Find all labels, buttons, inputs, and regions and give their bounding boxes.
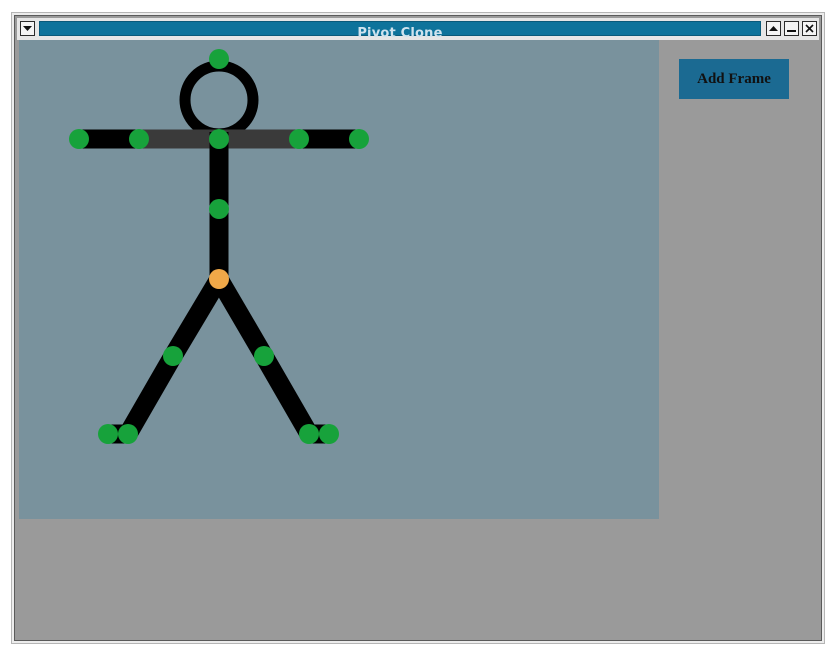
- triangle-up-icon: [769, 25, 778, 31]
- chevron-down-icon: [23, 25, 32, 31]
- right-ankle-joint-handle[interactable]: [299, 424, 319, 444]
- stick-figure: [69, 49, 369, 444]
- left-knee-joint-handle[interactable]: [163, 346, 183, 366]
- title-bar: Pivot Clone: [17, 18, 819, 40]
- add-frame-button[interactable]: Add Frame: [679, 59, 789, 99]
- window-title: Pivot Clone: [357, 26, 443, 41]
- left-hand-joint-handle[interactable]: [69, 129, 89, 149]
- title-strip: Pivot Clone: [39, 21, 761, 40]
- right-shin: [255, 351, 318, 439]
- right-hand-joint-handle[interactable]: [349, 129, 369, 149]
- left-elbow-joint-handle[interactable]: [129, 129, 149, 149]
- right-knee-joint-handle[interactable]: [254, 346, 274, 366]
- minimize-icon: [787, 30, 796, 32]
- neck-joint-handle[interactable]: [209, 129, 229, 149]
- right-thigh: [210, 274, 273, 361]
- pivot-clone-window: Pivot Clone Add Frame: [14, 15, 822, 641]
- spine-joint-handle[interactable]: [209, 199, 229, 219]
- root-joint-handle[interactable]: [209, 269, 229, 289]
- window-menu-button[interactable]: [20, 21, 35, 36]
- close-icon: [805, 24, 814, 33]
- stick-head: [179, 60, 259, 140]
- right-elbow-joint-handle[interactable]: [289, 129, 309, 149]
- animation-canvas[interactable]: [19, 40, 659, 519]
- right-toe-joint-handle[interactable]: [319, 424, 339, 444]
- left-toe-joint-handle[interactable]: [98, 424, 118, 444]
- left-thigh: [164, 274, 228, 361]
- shade-button[interactable]: [766, 21, 781, 36]
- left-ankle-joint-handle[interactable]: [118, 424, 138, 444]
- head-joint-handle[interactable]: [209, 49, 229, 69]
- close-button[interactable]: [802, 21, 817, 36]
- left-shin: [119, 351, 182, 439]
- minimize-button[interactable]: [784, 21, 799, 36]
